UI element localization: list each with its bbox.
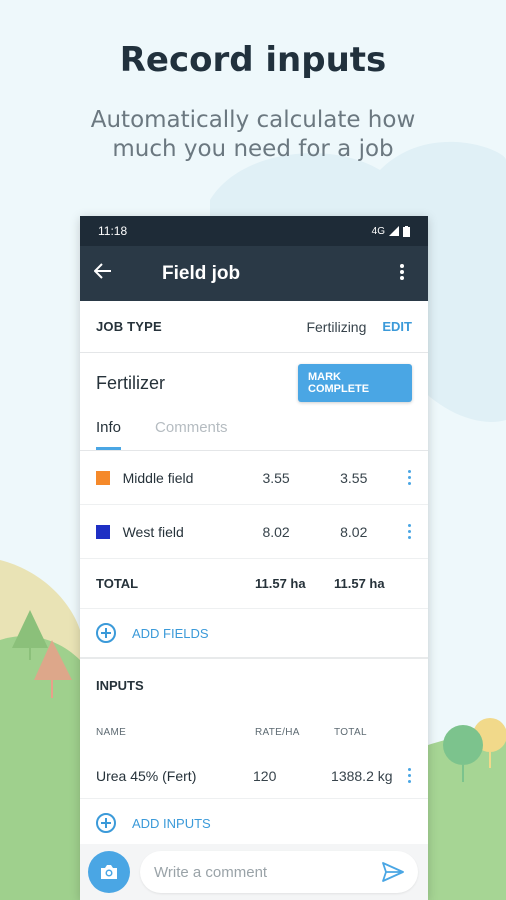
column-header-rate: RATE/HA [255,726,300,738]
field-color-swatch [96,470,110,485]
total-label: TOTAL [96,576,139,591]
add-circle-icon [96,623,116,643]
tab-info[interactable]: Info [96,413,122,450]
input-row[interactable]: Urea 45% (Fert) 120 1388.2 kg [80,753,428,799]
promo-headline: Record inputs [119,40,387,80]
add-inputs-button[interactable]: ADD INPUTS [80,799,428,847]
toolbar-title: Field job [162,262,241,284]
job-card-header: Fertilizer MARK COMPLETE [80,353,428,413]
status-time: 11:18 [98,224,128,238]
input-total: 1388.2 kg [331,767,393,784]
add-circle-icon [96,813,116,833]
input-rate: 120 [253,767,277,784]
network-label: 4G [371,225,385,237]
add-fields-button[interactable]: ADD FIELDS [80,609,428,657]
column-header-name: NAME [96,726,127,738]
add-fields-label: ADD FIELDS [132,625,209,641]
inputs-card: INPUTS NAME RATE/HA TOTAL Urea 45% (Fert… [80,659,428,847]
inputs-column-headers: NAME RATE/HA TOTAL [80,711,428,753]
edit-job-type-button[interactable]: EDIT [382,319,412,334]
input-more-icon[interactable] [408,768,412,783]
field-total: 8.02 [340,523,368,540]
field-row[interactable]: Middle field 3.55 3.55 [80,451,428,505]
field-more-icon[interactable] [408,470,412,485]
status-bar: 11:18 4G [80,216,428,246]
job-tabs: Info Comments [80,413,428,451]
field-name: West field [122,523,184,540]
input-name: Urea 45% (Fert) [96,767,197,784]
app-toolbar: Field job [80,246,428,301]
job-name: Fertilizer [96,372,166,393]
field-name: Middle field [122,469,194,486]
comment-input[interactable]: Write a comment [140,851,418,893]
comment-placeholder: Write a comment [154,863,268,881]
camera-icon [101,865,117,879]
fields-total-row: TOTAL 11.57 ha 11.57 ha [80,559,428,609]
job-card: Fertilizer MARK COMPLETE Info Comments M… [80,353,428,657]
field-rate: 8.02 [262,523,290,540]
job-type-label: JOB TYPE [96,319,162,334]
field-more-icon[interactable] [408,524,412,539]
total-rate: 11.57 ha [255,576,306,591]
tab-comments[interactable]: Comments [155,413,228,450]
battery-icon [403,225,410,237]
back-arrow-icon[interactable] [93,262,124,285]
field-color-swatch [96,524,110,539]
overflow-menu-icon[interactable] [400,263,404,286]
job-type-row: JOB TYPE Fertilizing EDIT [80,301,428,353]
signal-icon [389,226,399,236]
inputs-heading: INPUTS [96,677,144,693]
phone-screen: 11:18 4G Field job JOB TYPE Fertilizing … [80,216,428,900]
mark-complete-button[interactable]: MARK COMPLETE [298,364,412,402]
field-row[interactable]: West field 8.02 8.02 [80,505,428,559]
field-total: 3.55 [340,469,368,486]
promo-subline: Automatically calculate how much you nee… [90,107,416,162]
job-type-value: Fertilizing [306,318,367,335]
field-rate: 3.55 [262,469,290,486]
add-inputs-label: ADD INPUTS [132,815,211,831]
camera-button[interactable] [88,851,130,893]
column-header-total: TOTAL [334,726,367,738]
tree-round-green [443,725,483,765]
send-icon[interactable] [382,862,404,882]
comment-bar: Write a comment [80,844,428,900]
total-total: 11.57 ha [334,576,385,591]
status-icons: 4G [371,225,410,237]
